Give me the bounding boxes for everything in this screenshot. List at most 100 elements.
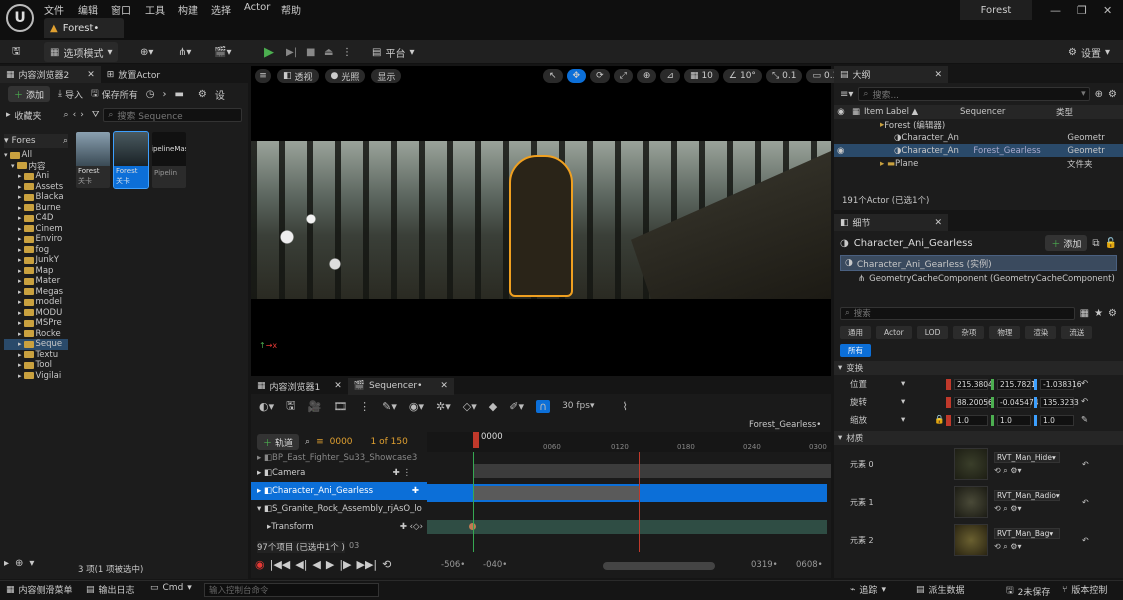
source-control-button[interactable]: ⑂ 版本控制 [1062, 583, 1107, 597]
curve-editor-icon[interactable]: ⌇ [622, 400, 627, 413]
visibility-icon[interactable]: ▦ [848, 107, 864, 117]
chevron-right-icon[interactable]: ▸ [18, 267, 22, 275]
menu-edit[interactable]: 编辑 [78, 2, 98, 17]
loop-icon[interactable]: ⟲ [382, 558, 391, 571]
col-sequencer[interactable]: Sequencer [960, 107, 1056, 117]
filter-icon[interactable]: ≡ [316, 437, 324, 447]
tree-item[interactable]: ▸ JunkY [4, 255, 68, 266]
chevron-right-icon[interactable]: ▸ [18, 330, 22, 338]
gear-icon[interactable]: ⚙ [1108, 308, 1117, 319]
reset-icon[interactable]: ↶ [1081, 379, 1088, 389]
unsaved-button[interactable]: 🖫 2未保存 [1006, 583, 1050, 599]
tree-item[interactable]: ▸ Burne [4, 203, 68, 214]
settings-label[interactable]: 设 [215, 87, 225, 102]
material-thumbnail[interactable] [954, 524, 988, 556]
hamburger-menu-icon[interactable]: ≡ [255, 69, 271, 83]
current-frame[interactable]: 0000 [330, 437, 353, 447]
transform-section[interactable] [427, 520, 827, 534]
gear-icon[interactable]: ⚙ [1108, 89, 1117, 100]
tree-item[interactable]: ▸ Map [4, 266, 68, 277]
menu-window[interactable]: 窗口 [111, 2, 131, 17]
category-actor[interactable]: Actor [876, 326, 912, 339]
more-options-icon[interactable]: ⋮ [336, 42, 358, 62]
add-icon[interactable]: ✚ ⋮ [393, 468, 411, 478]
menu-tools[interactable]: 工具 [145, 2, 165, 17]
lit-button[interactable]: ● 光照 [324, 69, 366, 83]
scale-icon[interactable]: ⤢ [613, 69, 633, 83]
track-row[interactable]: ▸ ◧ BP_East_Fighter_Su33_Showcase3 [251, 452, 427, 464]
world-icon[interactable]: ◐▾ [259, 400, 274, 413]
material-thumbnail[interactable] [954, 448, 988, 480]
chevron-right-icon[interactable]: ▸ [18, 193, 22, 201]
rotation-label[interactable]: 旋转 [850, 396, 898, 408]
timeline-ruler[interactable]: 0000 0060 0120 0180 0240 0300 [427, 432, 831, 452]
tree-item-selected[interactable]: ▸ Seque [4, 339, 68, 350]
lock-icon[interactable]: 🔓 [1105, 238, 1117, 249]
diamond-icon[interactable]: ◆ [489, 400, 497, 413]
track-row[interactable]: ▸ ◧ Camera ✚ ⋮ [251, 464, 427, 482]
lock-icon[interactable]: 🔒 [934, 415, 945, 425]
eye-icon[interactable]: ◉ [834, 146, 894, 156]
camera-section[interactable] [473, 464, 831, 478]
tree-item[interactable]: ▸ C4D [4, 213, 68, 224]
menu-file[interactable]: 文件 [44, 2, 64, 17]
cmd-select[interactable]: ▭ Cmd ▾ [150, 583, 192, 593]
favorites-label[interactable]: 收藏夹 [15, 109, 42, 122]
search-icon[interactable]: ⌕ [305, 437, 310, 447]
play-reverse-icon[interactable]: ◀ [312, 558, 320, 571]
tree-item[interactable]: ▸ Rocke [4, 329, 68, 340]
close-icon[interactable]: ✕ [935, 218, 943, 228]
chevron-right-icon[interactable]: ▸ [18, 351, 22, 359]
forest-collection[interactable]: ▾ Fores ⌕ [4, 134, 68, 148]
chevron-right-icon[interactable]: ▸ [18, 183, 22, 191]
range-start[interactable]: -506• [441, 560, 465, 570]
tree-item[interactable]: ▸ Cinem [4, 224, 68, 235]
chevron-right-icon[interactable]: ▸ [18, 235, 22, 243]
settings-button[interactable]: ⚙ 设置 ▾ [1062, 42, 1116, 62]
filter-icon[interactable]: ⛛ [92, 110, 100, 120]
reset-icon[interactable]: ↶ [1082, 460, 1089, 469]
tree-item[interactable]: ▸ Assets [4, 182, 68, 193]
close-icon[interactable]: ✕ [334, 381, 342, 391]
grid-snap-button[interactable]: ▦ 10 [683, 69, 719, 83]
level-viewport[interactable]: ≡ ◧ 透视 ● 光照 显示 ↖ ✥ ⟳ ⤢ ⊕ ⊿ ▦ 10 ∠ 10° ⤡ 0.1… [251, 66, 874, 376]
chevron-down-icon[interactable]: ▾ [901, 379, 943, 389]
chevron-down-icon[interactable]: ▾ [901, 415, 931, 425]
outliner-row-selected[interactable]: ◉ ◑ Character_An Forest_Gearless Geometr [834, 144, 1123, 157]
tree-item[interactable]: ▸ Ani [4, 171, 68, 182]
tree-item[interactable]: ▸ MODU [4, 308, 68, 319]
world-icon[interactable]: ⊕ [636, 69, 657, 83]
material-actions-icon[interactable]: ⟲ ⌕ ⚙▾ [994, 542, 1060, 552]
chevron-right-icon[interactable]: ▸ [18, 277, 22, 285]
save-icon[interactable]: 🖫 [6, 42, 27, 62]
material-select[interactable]: RVT_Man_Hide ▾ [994, 452, 1060, 463]
reset-icon[interactable]: ↶ [1082, 498, 1089, 507]
category-lod[interactable]: LOD [916, 326, 949, 339]
tab-content-browser-1[interactable]: ▦ 内容浏览器1 ✕ [251, 378, 348, 395]
add-folder-icon[interactable]: ⊕ [15, 558, 23, 569]
scale-label[interactable]: 缩放 [850, 414, 898, 426]
pin-icon[interactable]: ✎ [1081, 415, 1088, 425]
rotate-icon[interactable]: ⟳ [590, 69, 610, 83]
category-general[interactable]: 通用 [840, 326, 871, 339]
asset-search-input[interactable]: ⌕ 搜索 Sequence [103, 108, 242, 122]
blueprint-icon[interactable]: ⧉ [1092, 238, 1099, 249]
tree-item[interactable]: ▸ fog [4, 245, 68, 256]
material-select[interactable]: RVT_Man_Bag ▾ [994, 528, 1060, 539]
material-select[interactable]: RVT_Man_Radio ▾ [994, 490, 1060, 501]
view-start[interactable]: -040• [483, 560, 507, 570]
jump-start-icon[interactable]: |◀◀ [270, 558, 291, 571]
folder-icon[interactable]: ▬ [174, 89, 183, 100]
tab-place-actor[interactable]: ⊞ 放置Actor [101, 66, 166, 83]
perspective-button[interactable]: ◧ 透视 [277, 69, 319, 83]
material-actions-icon[interactable]: ⟲ ⌕ ⚙▾ [994, 466, 1060, 476]
tree-item[interactable]: ▸ Tool [4, 360, 68, 371]
fps-select[interactable]: 30 fps▾ [562, 401, 594, 411]
derived-data-button[interactable]: ▤ 派生数据 [916, 583, 965, 597]
chevron-right-icon[interactable]: › [80, 110, 84, 120]
pen-icon[interactable]: ✐▾ [509, 400, 524, 413]
forward-icon[interactable]: › [162, 89, 166, 100]
chevron-right-icon[interactable]: ▸ [6, 110, 11, 120]
eye-icon[interactable]: ◉ [834, 107, 848, 117]
magnet-icon[interactable]: ∩ [536, 399, 551, 413]
